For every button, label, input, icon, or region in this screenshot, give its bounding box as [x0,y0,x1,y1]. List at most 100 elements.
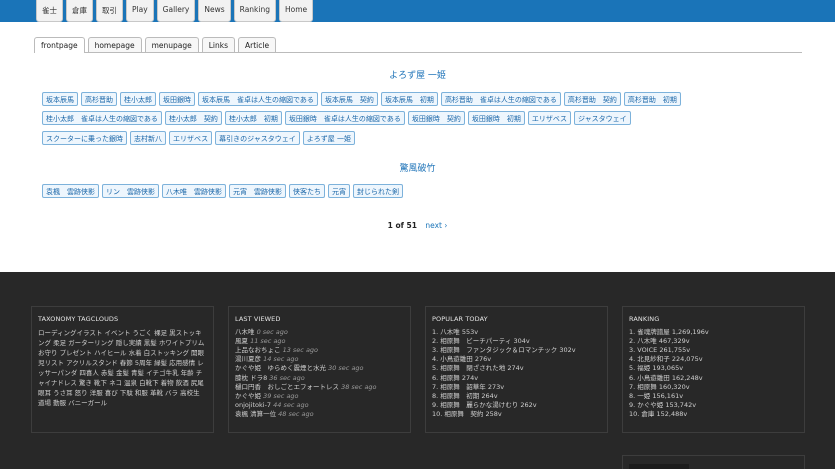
footer: TAXONOMY TAGCLOUDS ローディングイラスト イベント うごく 裸… [0,272,835,469]
next-page-link[interactable]: next › [425,221,447,230]
ranking-item[interactable]: 7. 相原舞 160,320v [629,383,798,392]
popular-item[interactable]: 2. 相原舞 ビーチパーティ 304v [432,337,601,346]
sub-tab[interactable]: Links [201,37,236,52]
popular-item[interactable]: 3. 相原舞 ファンタジック＆ロマンチック 302v [432,346,601,355]
character-tag[interactable]: 志村新八 [130,131,166,145]
sub-tab[interactable]: frontpage [34,37,85,53]
last-viewed-item[interactable]: onjojitoki-7 44 sec ago [235,401,404,410]
popular-item[interactable]: 7. 相原舞 韶華年 273v [432,383,601,392]
character-tag[interactable]: 坂田銀時 契約 [407,111,465,125]
top-nav-tab[interactable]: 取引 [96,0,123,22]
ranking-item[interactable]: 2. 八木唯 467,329v [629,337,798,346]
character-tag[interactable]: 坂本辰馬 雀卓は人生の縮図である [198,92,318,106]
character-tag[interactable]: 坂田銀時 初期 [467,111,525,125]
last-viewed-item[interactable]: かぐや姫 ゆらめく震煙と水光 30 sec ago [235,364,404,373]
last-viewed-name: 八木唯 [235,328,255,337]
popular-today-box: POPULAR TODAY 1. 八木唯 553v 2. 相原舞 ビーチパーティ … [425,306,608,433]
popular-item[interactable]: 8. 相原舞 初期 264v [432,392,601,401]
last-viewed-time: 36 sec ago [269,373,305,382]
tag-row: 桂小太郎 雀卓は人生の縮図である 桂小太郎 契約 桂小太郎 初期 坂田銀時 雀卓は人生… [42,111,631,125]
last-viewed-item[interactable]: 上品なおちょこ 13 sec ago [235,346,404,355]
character-tag[interactable]: 高杉晋助 契約 [563,92,621,106]
last-viewed-item[interactable]: かぐや姫 39 sec ago [235,392,404,401]
character-tag[interactable]: 元宵 [328,184,350,198]
character-tag[interactable]: 坂田銀時 雀卓は人生の縮図である [284,111,405,125]
ranking-box: RANKING 1. 雀魂牌譜屋 1,269,196v 2. 八木唯 467,32… [622,306,805,433]
last-viewed-item[interactable]: 風夏 11 sec ago [235,337,404,346]
character-tag[interactable]: 幕引きのジャスタウェイ [215,131,300,145]
popular-item[interactable]: 9. 相原舞 麗らかな湯けむり 262v [432,401,601,410]
character-tag[interactable]: 桂小太郎 雀卓は人生の縮図である [42,111,162,125]
last-viewed-item[interactable]: 八木唯 0 sec ago [235,328,404,337]
character-tag[interactable]: 高杉晋助 初期 [623,92,681,106]
character-tag[interactable]: 桂小太郎 契約 [164,111,222,125]
ranking-item[interactable]: 3. VOICE 261,755v [629,346,798,355]
last-viewed-box: LAST VIEWED 八木唯 0 sec ago 風夏 11 sec ago 上品… [228,306,411,433]
ranking-item[interactable]: 10. 倉庫 152,488v [629,410,798,419]
sub-tab[interactable]: Article [238,37,277,52]
popular-item[interactable]: 10. 相原舞 契約 258v [432,410,601,419]
footer-extra-box [622,455,805,469]
last-viewed-time: 13 sec ago [282,346,319,355]
ranking-item[interactable]: 9. かぐや姫 153,742v [629,401,798,410]
character-tag[interactable]: 侠客たち [289,184,325,198]
top-nav-tab[interactable]: 倉庫 [66,0,93,22]
character-tag[interactable]: 坂田銀時 [159,92,195,106]
character-tag[interactable]: 高杉晋助 [81,92,117,106]
character-tag[interactable]: スクーターに乗った銀時 [42,131,127,145]
tag-row: 坂本辰馬 高杉晋助 桂小太郎 坂田銀時 坂本辰馬 雀卓は人生の縮図である 坂本辰馬 契約坂… [42,92,681,106]
character-tag[interactable]: エリザベス [169,131,213,145]
character-tag[interactable]: 元宵 雲跡侠影 [229,184,286,198]
character-tag[interactable]: 封じられた剣 [353,184,403,198]
last-viewed-name: かぐや姫 ゆらめく震煙と水光 [235,364,326,373]
last-viewed-name: 膝枕 ドラ8 [235,373,268,382]
ranking-item[interactable]: 6. 小鳥遊雛田 162,248v [629,374,798,383]
section-title-kyoufuu: 驚風破竹 [399,164,436,174]
character-tag[interactable]: ジャスタウェイ [574,111,631,125]
last-viewed-name: 上品なおちょこ [235,346,281,355]
last-viewed-list: 八木唯 0 sec ago 風夏 11 sec ago 上品なおちょこ 13 sec… [235,328,404,419]
last-viewed-time: 14 sec ago [263,355,299,364]
top-nav-tab[interactable]: Gallery [156,0,196,22]
ranking-item[interactable]: 8. 一姫 156,161v [629,392,798,401]
top-nav-tab[interactable]: 雀士 [36,0,63,22]
last-viewed-time: 11 sec ago [250,337,286,346]
last-viewed-name: 樋口円香 おしごとエフォートレス [235,382,339,391]
character-tag[interactable]: 桂小太郎 [120,92,156,106]
top-nav-tab[interactable]: Play [126,0,154,22]
ranking-list: 1. 雀魂牌譜屋 1,269,196v 2. 八木唯 467,329v 3. VOI… [629,328,798,419]
top-nav-tab[interactable]: Home [279,0,314,22]
character-tag[interactable]: エリザベス [527,111,572,125]
ranking-item[interactable]: 5. 福姫 193,065v [629,364,798,373]
pagination: 1 of 51 next › [0,221,835,230]
taxonomy-tagclouds-box: TAXONOMY TAGCLOUDS ローディングイラスト イベント うごく 裸… [31,306,214,433]
footer-extra-block [629,464,689,469]
ranking-item[interactable]: 1. 雀魂牌譜屋 1,269,196v [629,328,798,337]
popular-item[interactable]: 5. 相原舞 閉ざされた地 274v [432,364,601,373]
popular-item[interactable]: 1. 八木唯 553v [432,328,601,337]
sub-tab[interactable]: homepage [87,37,142,52]
main-panel [0,22,835,272]
character-tag[interactable]: よろず屋 一姫 [302,131,356,145]
top-nav-tab[interactable]: News [198,0,231,22]
last-viewed-time: 30 sec ago [328,364,364,373]
character-tag[interactable]: リン 雲跡侠影 [102,184,159,198]
character-tag[interactable]: 坂本辰馬 契約 [320,92,378,106]
last-viewed-item[interactable]: 袁楓 清算一位 48 sec ago [235,410,404,419]
last-viewed-item[interactable]: 樋口円香 おしごとエフォートレス 38 sec ago [235,383,404,392]
popular-item[interactable]: 6. 相原舞 274v [432,374,601,383]
top-nav-tab[interactable]: Ranking [233,0,276,22]
last-viewed-time: 38 sec ago [341,382,377,391]
last-viewed-item[interactable]: 膝枕 ドラ8 36 sec ago [235,374,404,383]
character-tag[interactable]: 高杉晋助 雀卓は人生の縮図である [440,92,561,106]
character-tag[interactable]: 坂本辰馬 [42,92,78,106]
tag-cloud[interactable]: ローディングイラスト イベント うごく 裸足 黒ストッキング 柔足 ガーターリン… [38,328,207,408]
sub-tab[interactable]: menupage [144,37,199,52]
last-viewed-title: LAST VIEWED [235,315,281,323]
character-tag[interactable]: 袁楓 雲跡侠影 [42,184,99,198]
character-tag[interactable]: 八木唯 雲跡侠影 [162,184,226,198]
character-tag[interactable]: 坂本辰馬 初期 [380,92,438,106]
last-viewed-time: 0 sec ago [256,328,288,337]
character-tag[interactable]: 桂小太郎 初期 [224,111,282,125]
top-navigation-bar: 雀士 倉庫 取引 Play Gallery News Ranking Home [0,0,835,22]
